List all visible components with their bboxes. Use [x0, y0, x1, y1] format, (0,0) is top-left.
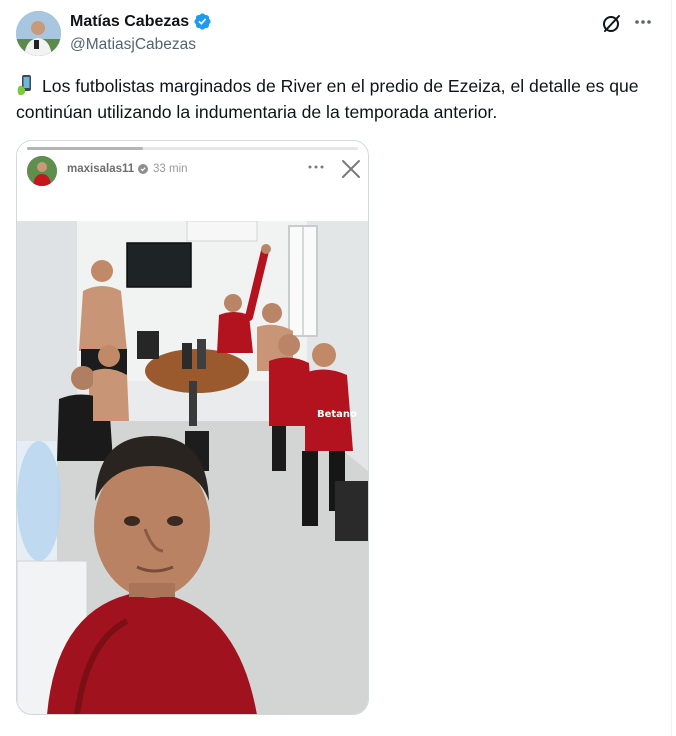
grok-icon[interactable]	[600, 11, 624, 35]
story-username-row: maxisalas11	[67, 163, 149, 175]
tweet-text: Los futbolistas marginados de River en e…	[16, 73, 656, 125]
timeline-divider	[671, 0, 672, 736]
author-display-name[interactable]: Matías Cabezas	[70, 13, 189, 31]
mobile-phone-icon	[17, 75, 31, 95]
tweet-body: Los futbolistas marginados de River en e…	[16, 76, 639, 122]
story-header: maxisalas11 33 min	[17, 141, 368, 221]
story-more-icon	[305, 159, 327, 175]
story-progress-fill	[27, 147, 143, 150]
story-avatar	[27, 156, 57, 186]
more-horizontal-icon[interactable]	[630, 10, 656, 36]
author-handle[interactable]: @MatiasjCabezas	[70, 36, 196, 54]
tweet-media[interactable]: maxisalas11 33 min Betano	[16, 140, 369, 715]
story-progress-bar	[27, 147, 358, 150]
story-time: 33 min	[153, 163, 188, 175]
story-close-icon	[341, 159, 361, 179]
story-verified-icon	[138, 164, 149, 174]
team-selfie-photo: Betano	[17, 221, 368, 714]
story-username: maxisalas11	[67, 163, 135, 175]
verified-badge-icon	[194, 13, 211, 30]
svg-text:Betano: Betano	[317, 409, 357, 420]
author-avatar[interactable]	[16, 11, 61, 56]
